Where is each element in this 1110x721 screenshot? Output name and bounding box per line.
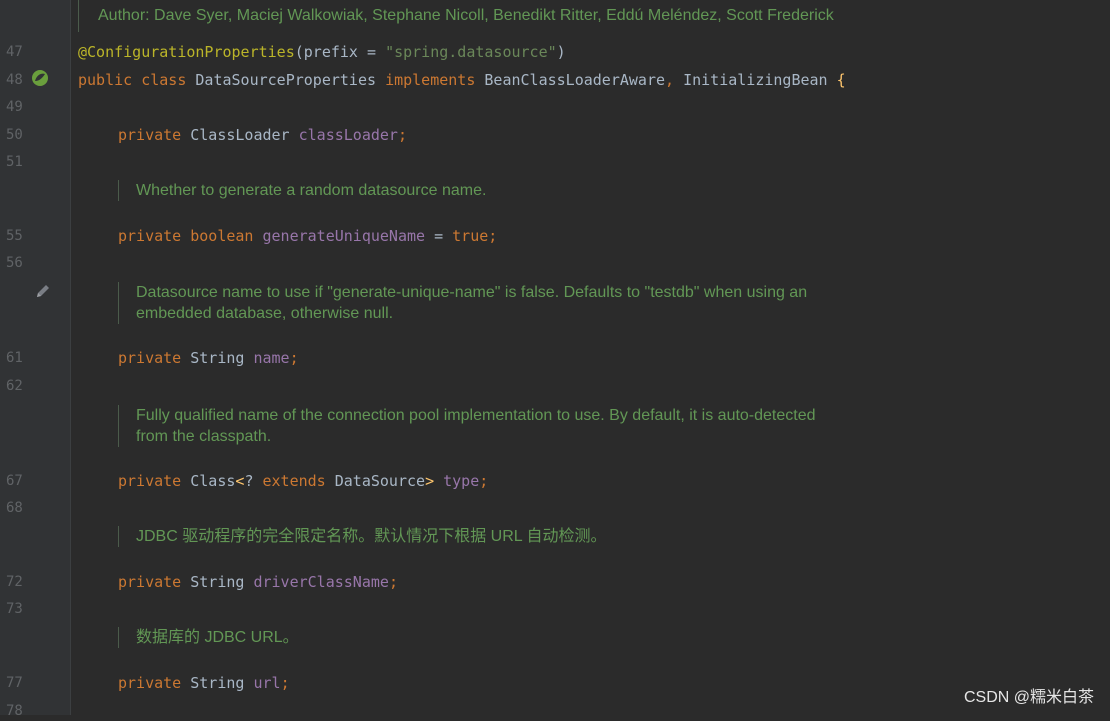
line-number: 47 [6, 44, 23, 60]
line-number: 56 [6, 255, 23, 271]
author-line: Author: Dave Syer, Maciej Walkowiak, Ste… [98, 7, 834, 24]
code-line-47[interactable]: @ConfigurationProperties(prefix = "sprin… [78, 42, 566, 62]
line-number: 49 [6, 99, 23, 115]
doc-text: JDBC 驱动程序的完全限定名称。默认情况下根据 URL 自动检测。 [136, 528, 607, 545]
line-number: 77 [6, 675, 23, 691]
line-number: 78 [6, 703, 23, 719]
javadoc-url: 数据库的 JDBC URL。 [118, 627, 299, 648]
code-line-61[interactable]: private String name; [118, 348, 299, 368]
doc-text: Fully qualified name of the connection p… [136, 407, 816, 424]
author-doc: Author: Dave Syer, Maciej Walkowiak, Ste… [78, 5, 834, 26]
line-number: 72 [6, 574, 23, 590]
line-number: 67 [6, 473, 23, 489]
line-number: 55 [6, 228, 23, 244]
line-number: 73 [6, 601, 23, 617]
javadoc-type: Fully qualified name of the connection p… [118, 405, 816, 447]
watermark: CSDN @糯米白茶 [963, 689, 1094, 706]
javadoc-driver-class-name: JDBC 驱动程序的完全限定名称。默认情况下根据 URL 自动检测。 [118, 526, 607, 547]
line-number: 50 [6, 127, 23, 143]
doc-text: from the classpath. [136, 428, 272, 445]
code-line-72[interactable]: private String driverClassName; [118, 572, 398, 592]
doc-text: 数据库的 JDBC URL。 [136, 629, 299, 646]
line-number: 62 [6, 378, 23, 394]
code-line-48[interactable]: public class DataSourceProperties implem… [78, 70, 846, 90]
doc-text: Whether to generate a random datasource … [136, 182, 487, 199]
line-number: 51 [6, 154, 23, 170]
code-line-77[interactable]: private String url; [118, 673, 290, 693]
doc-text: embedded database, otherwise null. [136, 305, 394, 322]
spring-bean-icon[interactable] [30, 68, 50, 88]
code-line-50[interactable]: private ClassLoader classLoader; [118, 125, 407, 145]
doc-text: Datasource name to use if "generate-uniq… [136, 284, 808, 301]
line-number: 61 [6, 350, 23, 366]
pencil-icon[interactable] [34, 282, 52, 300]
code-line-55[interactable]: private boolean generateUniqueName = tru… [118, 226, 497, 246]
line-number: 68 [6, 500, 23, 516]
code-line-67[interactable]: private Class<? extends DataSource> type… [118, 471, 488, 491]
javadoc-name: Datasource name to use if "generate-uniq… [118, 282, 807, 324]
javadoc-generate-unique-name: Whether to generate a random datasource … [118, 180, 486, 201]
gutter: 47 48 49 50 51 55 56 61 62 67 68 72 73 7… [0, 0, 71, 719]
